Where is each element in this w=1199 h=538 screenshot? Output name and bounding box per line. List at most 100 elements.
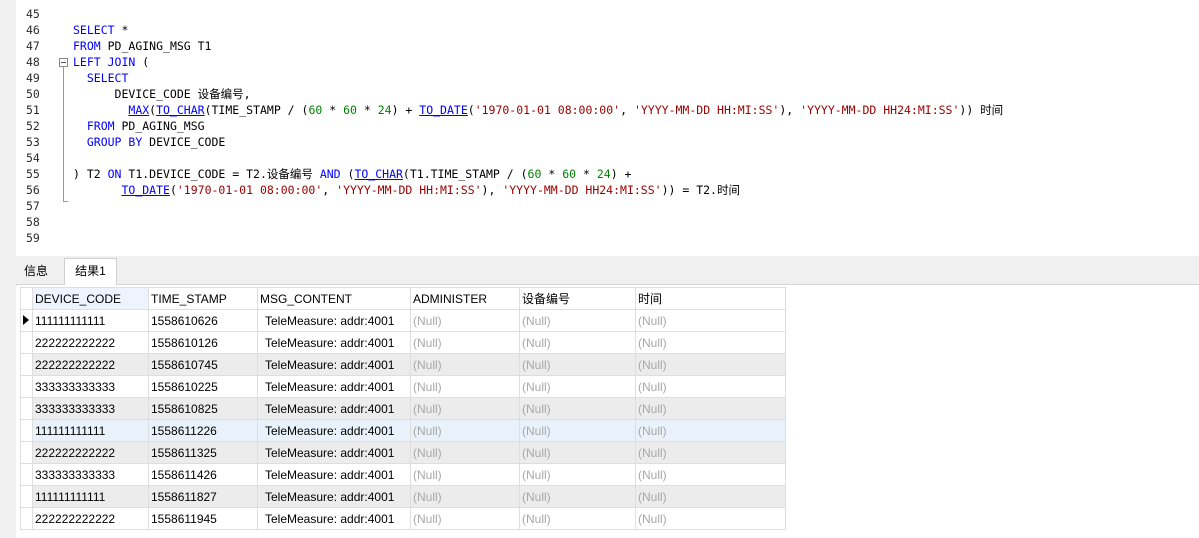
table-cell[interactable]: (Null) (519, 463, 636, 486)
table-cell[interactable]: TeleMeasure: addr:4001 (257, 375, 411, 398)
table-cell[interactable]: (Null) (410, 331, 520, 354)
table-cell[interactable]: 222222222222 (32, 353, 149, 376)
code-text[interactable]: SELECT * (73, 22, 128, 38)
table-cell[interactable]: (Null) (635, 441, 786, 464)
table-cell[interactable]: (Null) (635, 485, 786, 508)
table-cell[interactable]: (Null) (410, 463, 520, 486)
table-cell[interactable]: 222222222222 (32, 331, 149, 354)
table-cell[interactable]: 1558611827 (148, 485, 258, 508)
table-row[interactable]: 222222222222 1558610126 TeleMeasure: addr:… (20, 331, 786, 354)
table-row[interactable]: 333333333333 1558610225 TeleMeasure: addr:… (20, 375, 786, 398)
row-indicator[interactable] (20, 309, 33, 332)
table-cell[interactable]: (Null) (519, 419, 636, 442)
table-cell[interactable]: 1558611226 (148, 419, 258, 442)
table-cell[interactable]: (Null) (635, 309, 786, 332)
table-cell[interactable]: 1558610825 (148, 397, 258, 420)
table-cell[interactable]: 111111111111 (32, 485, 149, 508)
row-indicator[interactable] (20, 353, 33, 376)
code-text[interactable]: TO_DATE('1970-01-01 08:00:00', 'YYYY-MM-… (73, 182, 740, 198)
table-cell[interactable]: (Null) (635, 507, 786, 530)
table-cell[interactable]: 222222222222 (32, 441, 149, 464)
table-cell[interactable]: (Null) (519, 507, 636, 530)
table-cell[interactable]: 1558611945 (148, 507, 258, 530)
table-cell[interactable]: TeleMeasure: addr:4001 (257, 441, 411, 464)
table-cell[interactable]: 1558610626 (148, 309, 258, 332)
result-grid[interactable]: DEVICE_CODE TIME_STAMP MSG_CONTENT ADMINIST… (16, 286, 1199, 538)
table-cell[interactable]: TeleMeasure: addr:4001 (257, 397, 411, 420)
table-cell[interactable]: (Null) (635, 375, 786, 398)
code-text[interactable]: FROM PD_AGING_MSG T1 (73, 38, 211, 54)
code-text[interactable]: FROM PD_AGING_MSG (73, 118, 205, 134)
table-cell[interactable]: (Null) (410, 397, 520, 420)
table-cell[interactable]: (Null) (410, 485, 520, 508)
row-indicator[interactable] (20, 507, 33, 530)
table-cell[interactable]: TeleMeasure: addr:4001 (257, 419, 411, 442)
row-indicator[interactable] (20, 419, 33, 442)
table-row[interactable]: 333333333333 1558611426 TeleMeasure: addr:… (20, 463, 786, 486)
row-indicator[interactable] (20, 375, 33, 398)
table-cell[interactable]: 111111111111 (32, 419, 149, 442)
table-cell[interactable]: (Null) (519, 375, 636, 398)
table-cell[interactable]: TeleMeasure: addr:4001 (257, 507, 411, 530)
table-cell[interactable]: (Null) (519, 331, 636, 354)
column-header[interactable]: MSG_CONTENT (257, 287, 411, 310)
result-table[interactable]: DEVICE_CODE TIME_STAMP MSG_CONTENT ADMINIST… (20, 287, 786, 530)
table-row[interactable]: 111111111111 1558610626 TeleMeasure: addr:… (20, 309, 786, 332)
table-cell[interactable]: 333333333333 (32, 463, 149, 486)
code-text[interactable]: GROUP BY DEVICE_CODE (73, 134, 225, 150)
column-header[interactable]: ADMINISTER (410, 287, 520, 310)
row-indicator[interactable] (20, 485, 33, 508)
table-cell[interactable]: (Null) (519, 485, 636, 508)
table-cell[interactable]: (Null) (635, 397, 786, 420)
row-indicator[interactable] (20, 441, 33, 464)
table-cell[interactable]: (Null) (410, 507, 520, 530)
table-cell[interactable]: 333333333333 (32, 397, 149, 420)
sql-editor[interactable]: 45 46 SELECT * 47 FROM PD_AGING_MSG T1 48 LEFT… (16, 0, 1199, 256)
table-cell[interactable]: 111111111111 (32, 309, 149, 332)
column-header[interactable]: DEVICE_CODE (32, 287, 149, 310)
code-text[interactable]: DEVICE_CODE 设备编号, (73, 86, 251, 102)
code-text[interactable]: MAX(TO_CHAR(TIME_STAMP / (60 * 60 * 24) … (73, 102, 1003, 118)
table-cell[interactable]: TeleMeasure: addr:4001 (257, 353, 411, 376)
table-row[interactable]: 222222222222 1558611945 TeleMeasure: addr:… (20, 507, 786, 530)
table-cell[interactable]: 1558611426 (148, 463, 258, 486)
table-row[interactable]: 222222222222 1558611325 TeleMeasure: addr:… (20, 441, 786, 464)
row-indicator[interactable] (20, 331, 33, 354)
table-cell[interactable]: TeleMeasure: addr:4001 (257, 463, 411, 486)
table-cell[interactable]: (Null) (410, 353, 520, 376)
table-cell[interactable]: (Null) (519, 353, 636, 376)
table-cell[interactable]: (Null) (410, 375, 520, 398)
table-cell[interactable]: 333333333333 (32, 375, 149, 398)
table-cell[interactable]: 1558610126 (148, 331, 258, 354)
column-header[interactable]: TIME_STAMP (148, 287, 258, 310)
code-text[interactable]: LEFT JOIN ( (73, 54, 149, 70)
table-row[interactable]: 222222222222 1558610745 TeleMeasure: addr:… (20, 353, 786, 376)
table-cell[interactable]: TeleMeasure: addr:4001 (257, 331, 411, 354)
table-cell[interactable]: 1558610225 (148, 375, 258, 398)
table-row[interactable]: 111111111111 1558611827 TeleMeasure: addr:… (20, 485, 786, 508)
table-cell[interactable]: (Null) (519, 397, 636, 420)
fold-toggle-icon[interactable] (59, 58, 68, 67)
table-cell[interactable]: (Null) (519, 441, 636, 464)
table-cell[interactable]: (Null) (410, 441, 520, 464)
table-cell[interactable]: (Null) (635, 419, 786, 442)
table-cell[interactable]: TeleMeasure: addr:4001 (257, 485, 411, 508)
column-header[interactable]: 时间 (635, 287, 786, 310)
tab-info[interactable]: 信息 (16, 259, 56, 284)
tab-result-1[interactable]: 结果1 (64, 258, 117, 285)
code-text[interactable]: ) T2 ON T1.DEVICE_CODE = T2.设备编号 AND (TO… (73, 166, 631, 182)
table-cell[interactable]: 1558610745 (148, 353, 258, 376)
table-cell[interactable]: (Null) (410, 419, 520, 442)
table-cell[interactable]: 1558611325 (148, 441, 258, 464)
table-row[interactable]: 333333333333 1558610825 TeleMeasure: addr:… (20, 397, 786, 420)
table-cell[interactable]: (Null) (635, 463, 786, 486)
table-cell[interactable]: (Null) (635, 331, 786, 354)
table-cell[interactable]: (Null) (635, 353, 786, 376)
table-cell[interactable]: TeleMeasure: addr:4001 (257, 309, 411, 332)
code-text[interactable]: SELECT (73, 70, 129, 86)
row-indicator[interactable] (20, 397, 33, 420)
table-cell[interactable]: (Null) (519, 309, 636, 332)
row-indicator[interactable] (20, 463, 33, 486)
table-cell[interactable]: 222222222222 (32, 507, 149, 530)
column-header[interactable]: 设备编号 (519, 287, 636, 310)
